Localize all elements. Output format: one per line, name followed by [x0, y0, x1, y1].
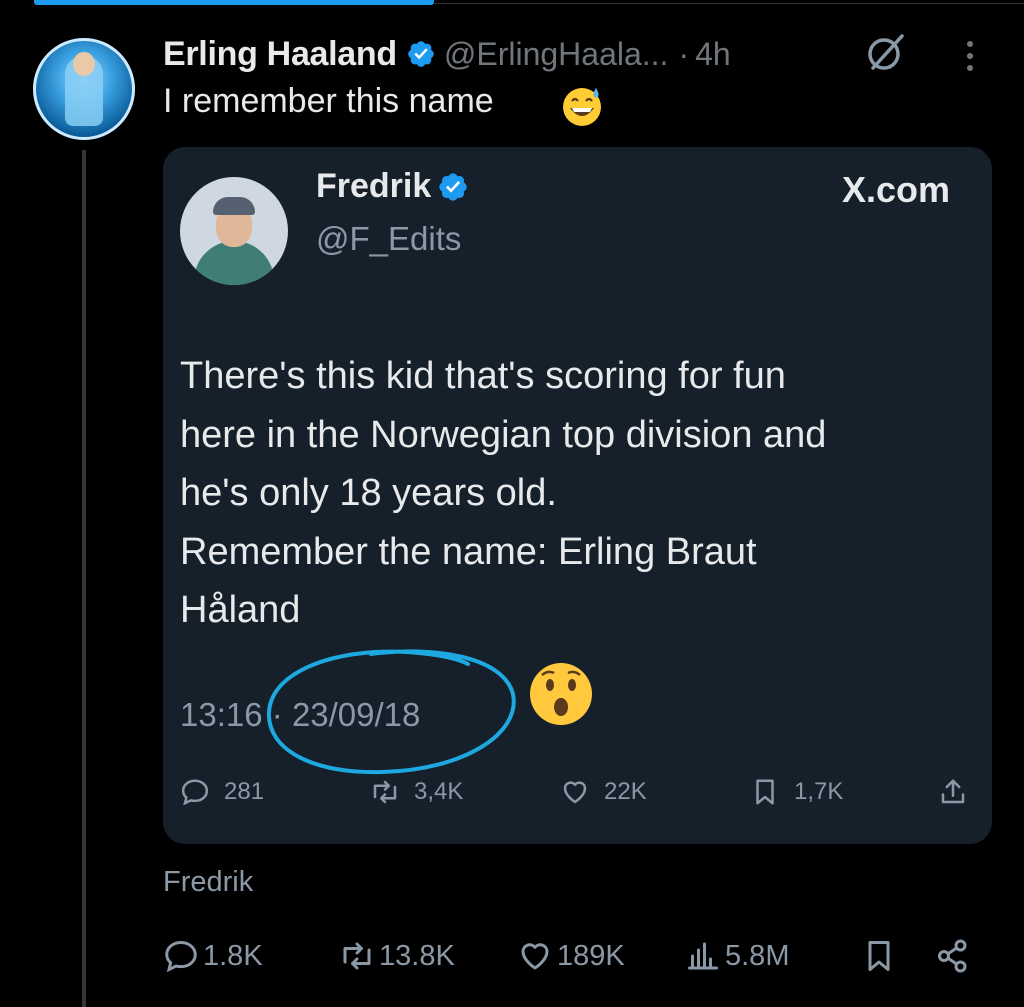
bookmark-button[interactable]	[861, 938, 901, 974]
quoted-timestamp: 13:16 · 23/09/18	[180, 696, 420, 734]
quoted-author-handle[interactable]: @F_Edits	[316, 220, 461, 258]
share-button[interactable]	[935, 938, 975, 974]
quoted-text-line: here in the Norwegian top division and	[180, 413, 827, 456]
quoted-time: 13:16	[180, 696, 263, 733]
quoted-share-button[interactable]	[938, 777, 982, 807]
quoted-like-button[interactable]: 22K	[560, 777, 647, 807]
post-text: I remember this name	[163, 82, 494, 120]
quoted-repost-button[interactable]: 3,4K	[370, 777, 463, 807]
quoted-text-line: Håland	[180, 589, 301, 631]
bookmark-icon	[756, 779, 774, 805]
source-label[interactable]: Fredrik	[163, 866, 253, 899]
reply-icon	[181, 779, 209, 806]
like-button[interactable]: 189K	[517, 938, 625, 974]
reply-count: 1.8K	[203, 939, 263, 972]
quoted-author-name[interactable]: Fredrik	[316, 167, 431, 206]
quoted-post-text: There's this kid that's scoring for fun …	[180, 347, 960, 640]
repost-button[interactable]: 13.8K	[339, 938, 455, 974]
quoted-bookmark-count: 1,7K	[794, 778, 844, 805]
view-count: 5.8M	[725, 939, 790, 972]
quoted-post-card[interactable]: Fredrik @F_Edits X.com There's this kid …	[163, 147, 992, 844]
views-icon	[688, 942, 718, 970]
repost-icon	[343, 942, 371, 970]
divider	[434, 3, 1024, 4]
quoted-like-count: 22K	[604, 778, 647, 805]
quoted-text-line: There's this kid that's scoring for fun	[180, 355, 786, 397]
quoted-actions-bar: 281 3,4K 22K 1,7K	[180, 777, 970, 817]
quoted-reply-count: 281	[224, 778, 265, 805]
verified-badge-icon	[439, 172, 467, 201]
reply-icon	[165, 940, 197, 973]
author-avatar[interactable]	[33, 38, 135, 140]
more-vertical-icon[interactable]	[958, 36, 982, 76]
quoted-author-avatar[interactable]	[180, 177, 288, 285]
thread-line	[82, 150, 86, 1007]
author-name[interactable]: Erling Haaland	[163, 35, 397, 74]
separator-dot: ·	[678, 35, 690, 72]
quoted-bookmark-button[interactable]: 1,7K	[750, 777, 843, 807]
verified-badge-icon	[408, 41, 434, 67]
repost-icon	[373, 780, 397, 804]
grinning-sweat-emoji	[563, 88, 601, 126]
share-icon	[938, 939, 967, 973]
quoted-author-name-row: Fredrik	[316, 167, 469, 206]
grok-icon[interactable]	[864, 30, 908, 74]
post-header: Erling Haaland @ErlingHaala... · 4h	[163, 30, 731, 78]
quoted-text-line: Remember the name: Erling Braut	[180, 530, 757, 573]
post-time[interactable]: 4h	[695, 36, 731, 73]
heart-icon	[521, 943, 549, 970]
like-count: 189K	[557, 939, 625, 972]
heart-icon	[563, 781, 587, 804]
site-label: X.com	[841, 169, 950, 210]
quoted-repost-count: 3,4K	[414, 778, 464, 805]
separator-dot: ·	[271, 696, 283, 733]
loading-progress-bar	[34, 0, 434, 5]
author-handle[interactable]: @ErlingHaala...	[444, 36, 669, 73]
quoted-reply-button[interactable]: 281	[180, 777, 264, 807]
repost-count: 13.8K	[379, 939, 455, 972]
bookmark-icon	[868, 941, 890, 971]
post-actions-bar: 1.8K 13.8K 189K 5.8M	[163, 938, 983, 982]
reply-button[interactable]: 1.8K	[163, 938, 263, 974]
astonished-emoji	[530, 663, 592, 725]
quoted-date: 23/09/18	[291, 696, 421, 733]
views-button[interactable]: 5.8M	[685, 938, 789, 974]
quoted-text-line: he's only 18 years old.	[180, 472, 557, 514]
share-icon	[941, 779, 965, 804]
